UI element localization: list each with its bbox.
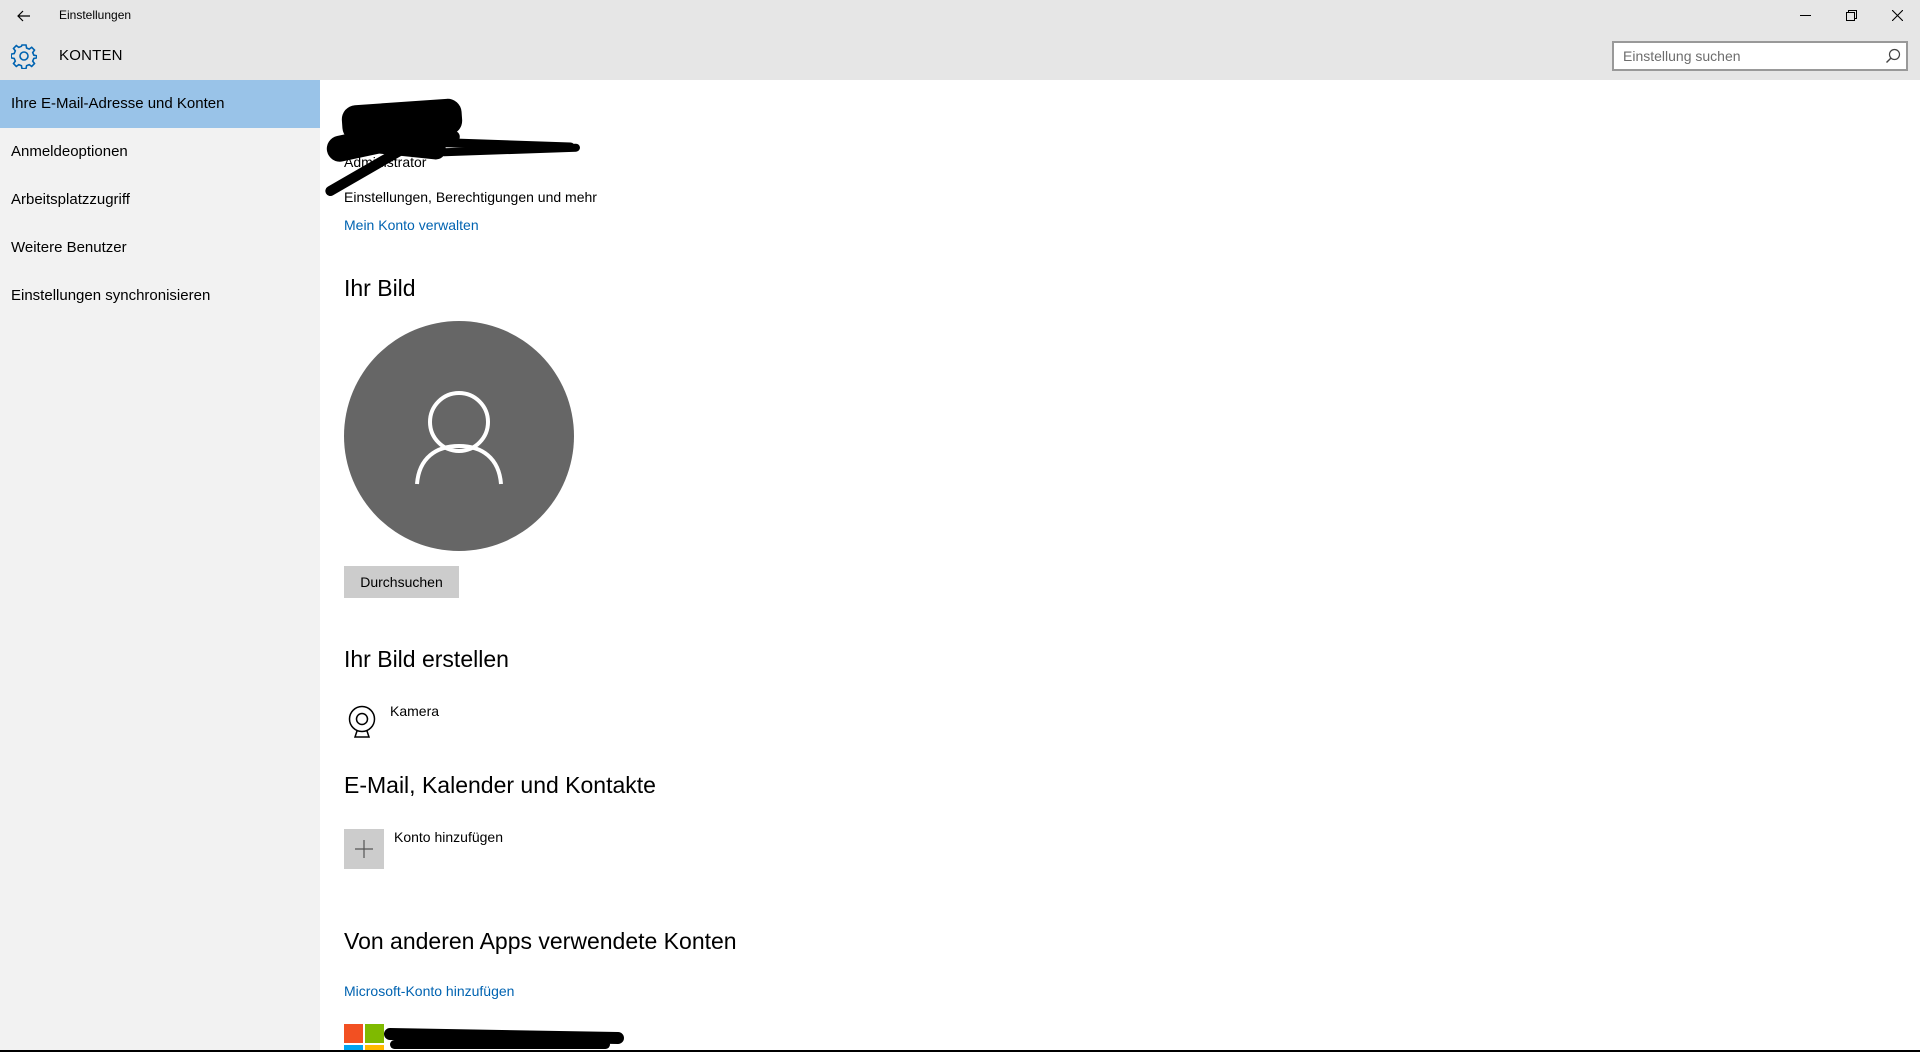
add-microsoft-account-link[interactable]: Microsoft-Konto hinzufügen	[344, 983, 514, 999]
search-input[interactable]	[1614, 43, 1874, 69]
search-icon[interactable]	[1885, 48, 1901, 64]
sidebar-item-sign-in-options[interactable]: Anmeldeoptionen	[0, 128, 320, 176]
main-content: Administrator Einstellungen, Berechtigun…	[320, 80, 1920, 1052]
user-icon	[415, 391, 503, 485]
other-apps-heading: Von anderen Apps verwendete Konten	[344, 928, 737, 954]
create-picture-heading: Ihr Bild erstellen	[344, 646, 509, 672]
arrow-left-icon	[17, 10, 30, 22]
close-button[interactable]	[1874, 0, 1920, 31]
sidebar: Ihre E-Mail-Adresse und Konten Anmeldeop…	[0, 80, 320, 1052]
account-description: Einstellungen, Berechtigungen und mehr	[344, 189, 597, 205]
sidebar-item-work-access[interactable]: Arbeitsplatzzugriff	[0, 176, 320, 224]
account-role: Administrator	[344, 154, 427, 170]
picture-heading: Ihr Bild	[344, 275, 416, 301]
restore-button[interactable]	[1828, 0, 1874, 31]
avatar	[344, 321, 574, 551]
gear-icon	[11, 44, 37, 69]
sidebar-item-email-accounts[interactable]: Ihre E-Mail-Adresse und Konten	[0, 80, 320, 128]
title-bar: Einstellungen	[0, 0, 1920, 31]
plus-icon	[355, 840, 373, 858]
minimize-button[interactable]	[1782, 0, 1828, 31]
settings-header: KONTEN	[0, 31, 1920, 80]
search-box[interactable]	[1612, 41, 1908, 71]
browse-button[interactable]: Durchsuchen	[344, 566, 459, 598]
close-icon	[1891, 10, 1903, 21]
add-account-label[interactable]: Konto hinzufügen	[394, 829, 503, 845]
manage-account-link[interactable]: Mein Konto verwalten	[344, 217, 479, 233]
window-title: Einstellungen	[59, 8, 132, 22]
sidebar-item-other-users[interactable]: Weitere Benutzer	[0, 224, 320, 272]
back-button[interactable]	[10, 4, 38, 28]
sidebar-item-sync-settings[interactable]: Einstellungen synchronisieren	[0, 272, 320, 320]
section-title: KONTEN	[59, 47, 123, 64]
restore-icon	[1845, 10, 1857, 21]
minimize-icon	[1799, 15, 1811, 16]
camera-icon[interactable]	[346, 705, 378, 739]
microsoft-logo-icon	[344, 1024, 384, 1052]
add-account-tile[interactable]	[344, 829, 384, 869]
mail-heading: E-Mail, Kalender und Kontakte	[344, 772, 656, 798]
camera-label[interactable]: Kamera	[390, 703, 439, 719]
